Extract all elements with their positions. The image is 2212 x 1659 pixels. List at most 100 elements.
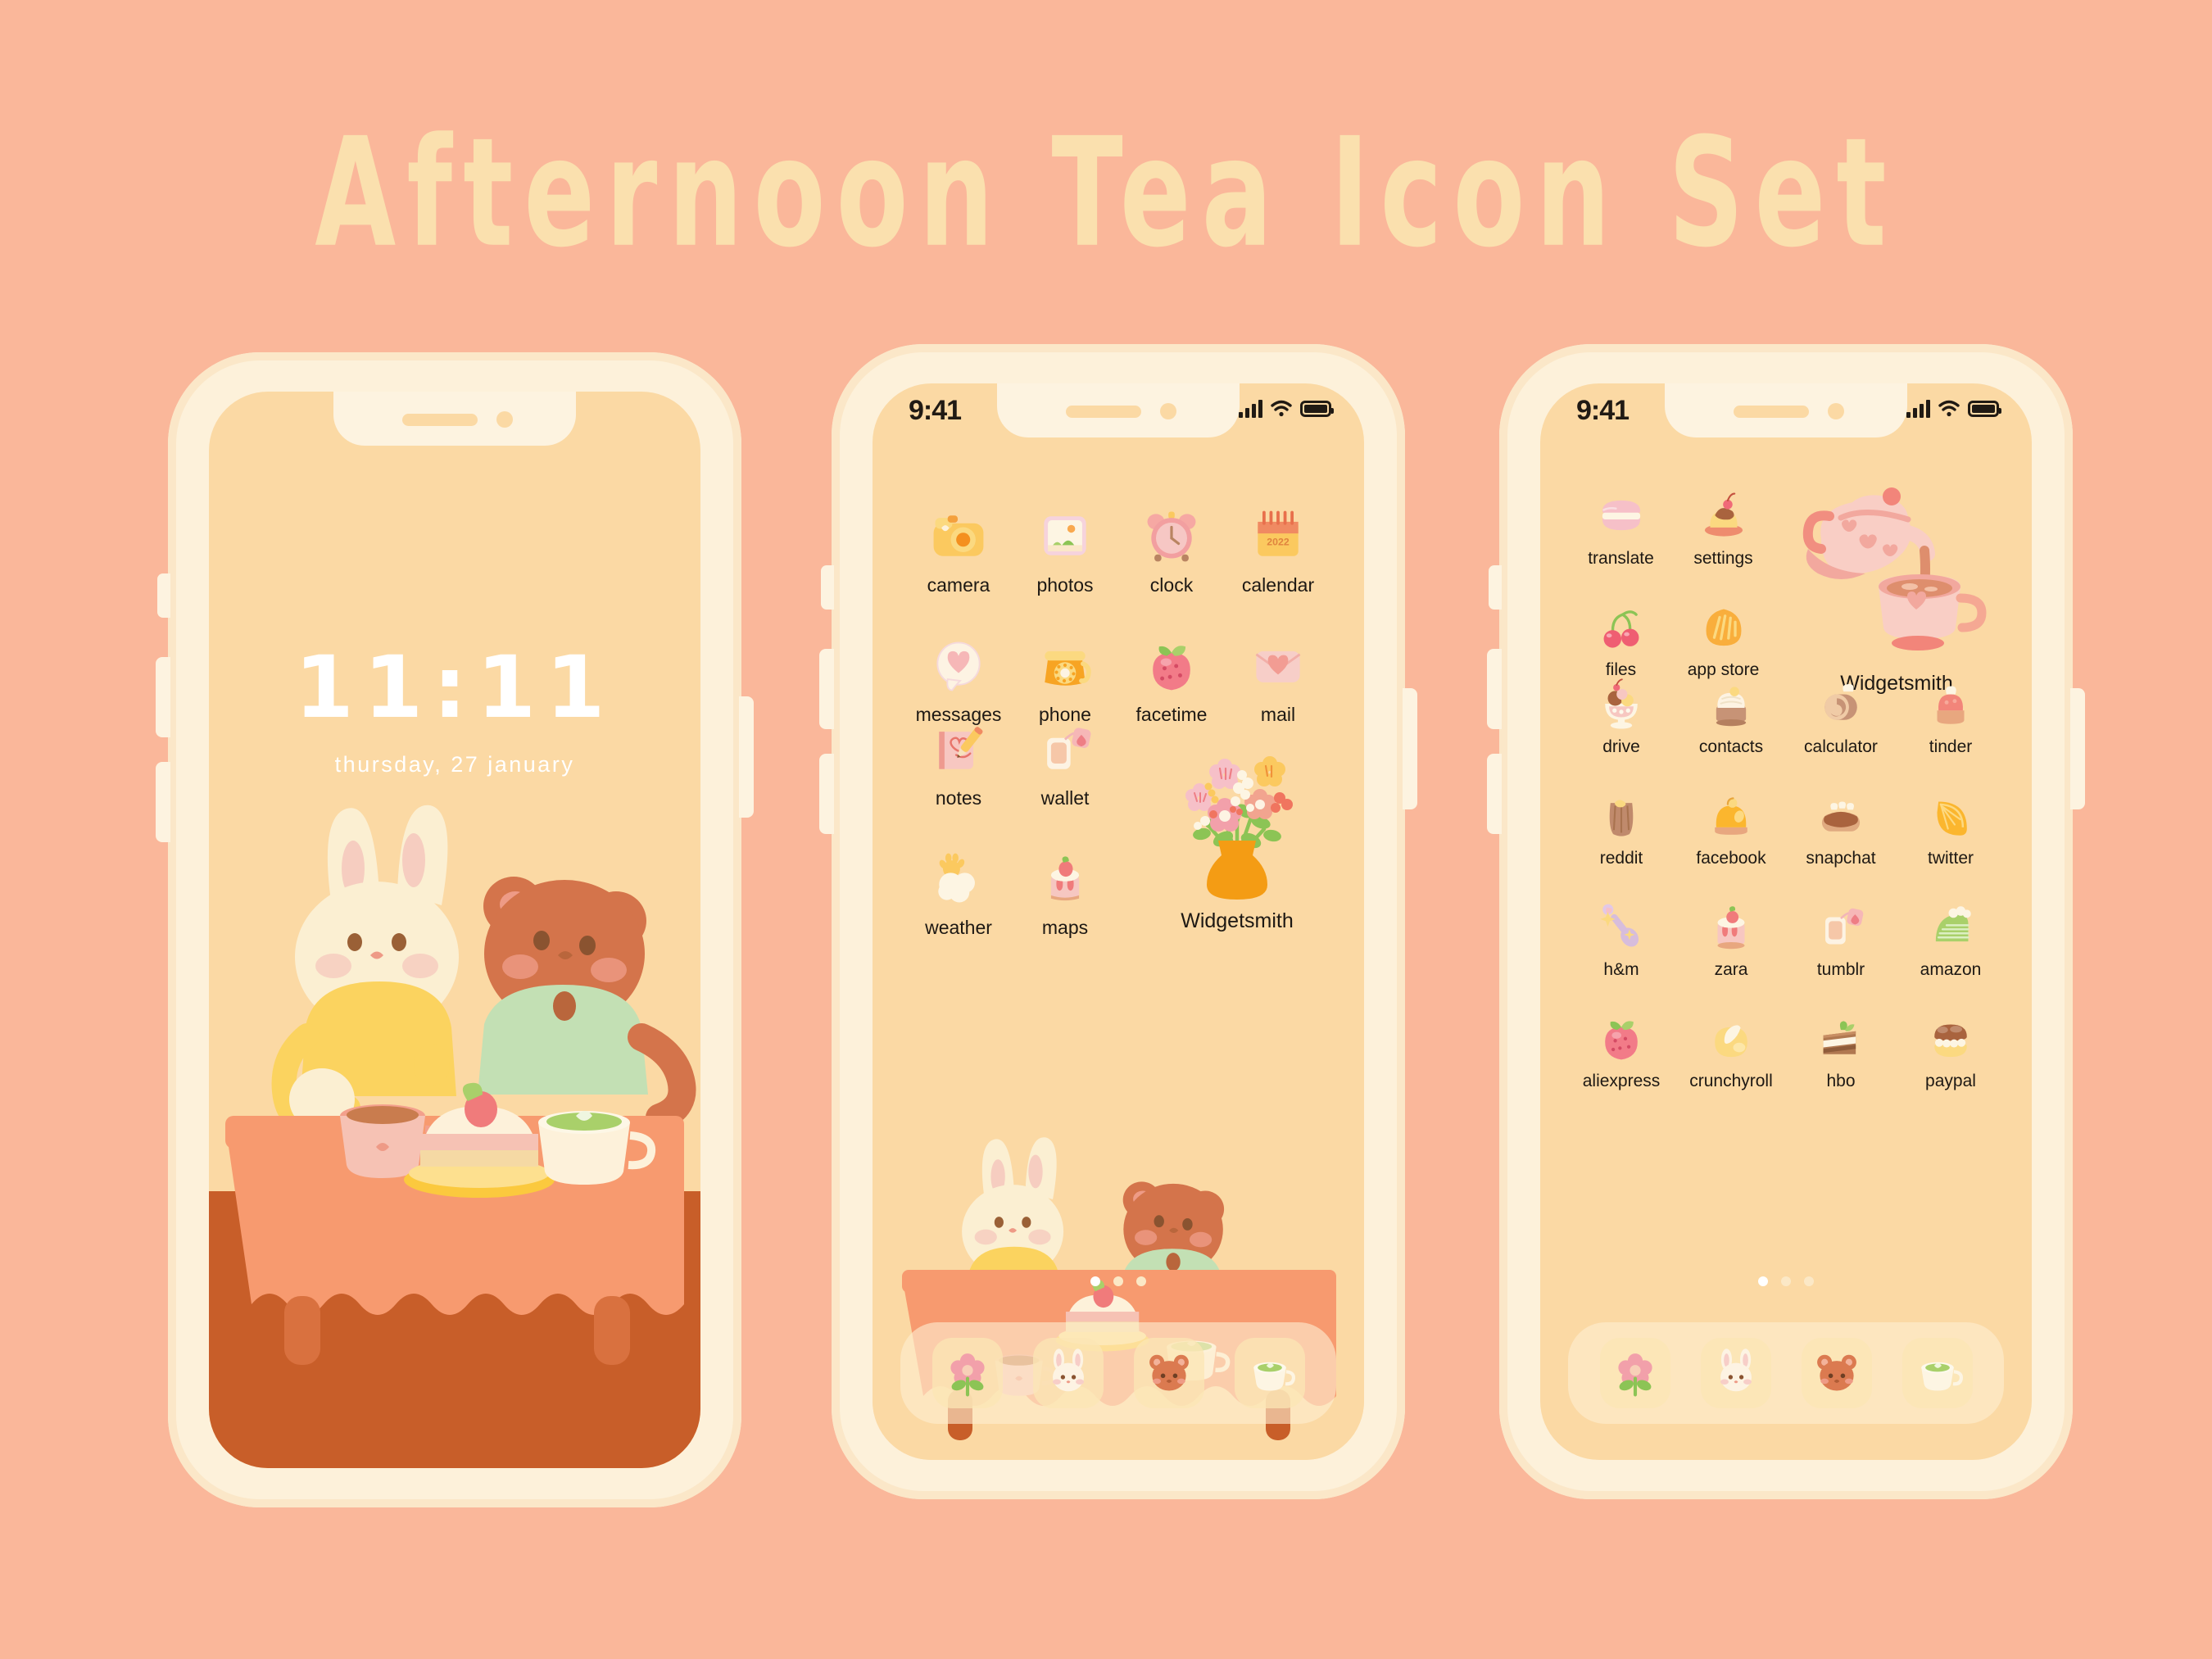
app-snapchat[interactable]: snapchat bbox=[1786, 788, 1896, 868]
app-label: calculator bbox=[1804, 737, 1878, 756]
dock-item-matcha[interactable] bbox=[1234, 1338, 1305, 1408]
app-hm[interactable]: h&m bbox=[1566, 900, 1676, 980]
power-button[interactable] bbox=[739, 696, 754, 818]
cream-cake-icon bbox=[1716, 687, 1747, 727]
app-settings[interactable]: settings bbox=[1672, 488, 1775, 569]
volume-down-button[interactable] bbox=[156, 762, 170, 842]
volume-up-button[interactable] bbox=[1487, 649, 1502, 729]
app-contacts[interactable]: contacts bbox=[1676, 677, 1786, 757]
home-screen-display-1: 9:41 camera photos clock 2022 calendar m… bbox=[873, 383, 1364, 1460]
widget-widgetsmith[interactable]: Widgetsmith bbox=[1786, 485, 2007, 696]
volume-up-button[interactable] bbox=[819, 649, 834, 729]
tea-bag-icon bbox=[1825, 908, 1864, 945]
app-maps[interactable]: maps bbox=[1012, 847, 1118, 939]
app-phone[interactable]: phone bbox=[1012, 634, 1118, 726]
envelope-heart-icon bbox=[1255, 650, 1301, 682]
app-reddit[interactable]: reddit bbox=[1566, 788, 1676, 868]
app-clock[interactable]: clock bbox=[1118, 505, 1225, 596]
app-facebook[interactable]: facebook bbox=[1676, 788, 1786, 868]
power-button[interactable] bbox=[1403, 688, 1417, 809]
power-button[interactable] bbox=[2070, 688, 2085, 809]
page-dot-1[interactable] bbox=[1090, 1276, 1100, 1286]
app-files[interactable]: files bbox=[1570, 600, 1672, 680]
app-mail[interactable]: mail bbox=[1225, 634, 1331, 726]
page-dot-3[interactable] bbox=[1804, 1276, 1814, 1286]
dock-item-matcha[interactable] bbox=[1902, 1338, 1973, 1408]
app-crunchyroll[interactable]: crunchyroll bbox=[1676, 1011, 1786, 1091]
app-drive[interactable]: drive bbox=[1566, 677, 1676, 757]
dock-item-bear[interactable] bbox=[1133, 1338, 1204, 1408]
wifi-icon bbox=[1938, 400, 1960, 417]
volume-down-button[interactable] bbox=[1487, 754, 1502, 834]
calendar-icon: 2022 bbox=[1258, 510, 1299, 556]
widget-widgetsmith[interactable]: Widgetsmith bbox=[1143, 736, 1331, 933]
lock-screen-display: 11:11 thursday, 27 january bbox=[209, 392, 700, 1468]
notch bbox=[333, 392, 576, 446]
dock-item-flower[interactable] bbox=[1599, 1338, 1670, 1408]
app-label: snapchat bbox=[1806, 849, 1876, 868]
bunny-face-icon bbox=[1052, 1349, 1084, 1392]
tea-bag-icon bbox=[1047, 728, 1091, 769]
status-time: 9:41 bbox=[909, 395, 962, 426]
page-dot-1[interactable] bbox=[1758, 1276, 1768, 1286]
flower-icon bbox=[950, 1353, 985, 1397]
volume-up-button[interactable] bbox=[156, 657, 170, 737]
home-screen-display-2: 9:41 translate settings files app store … bbox=[1540, 383, 2032, 1460]
front-camera-dot bbox=[1160, 403, 1176, 419]
rotary-phone-icon bbox=[1045, 650, 1091, 686]
app-paypal[interactable]: paypal bbox=[1896, 1011, 2006, 1091]
app-label: facetime bbox=[1135, 704, 1208, 725]
bear-face-icon bbox=[1816, 1354, 1856, 1391]
signal-icon bbox=[1906, 400, 1930, 418]
page-dot-2[interactable] bbox=[1113, 1276, 1123, 1286]
app-wallet[interactable]: wallet bbox=[1012, 718, 1118, 809]
app-weather[interactable]: weather bbox=[905, 847, 1012, 939]
notebook-pencil-icon bbox=[939, 727, 983, 769]
app-label: contacts bbox=[1698, 737, 1764, 756]
app-grid-bottom-left: notes wallet weather maps bbox=[905, 718, 1118, 939]
mousse-cake-icon bbox=[1937, 686, 1965, 724]
alarm-clock-icon bbox=[1147, 511, 1196, 562]
app-aliexpress[interactable]: aliexpress bbox=[1566, 1011, 1676, 1091]
app-label: twitter bbox=[1927, 849, 1974, 868]
app-notes[interactable]: notes bbox=[905, 718, 1012, 809]
app-label: drive bbox=[1602, 737, 1640, 756]
volume-down-button[interactable] bbox=[819, 754, 834, 834]
app-app-store[interactable]: app store bbox=[1672, 600, 1775, 680]
app-label: hbo bbox=[1826, 1072, 1856, 1090]
dock-item-bunny[interactable] bbox=[1700, 1338, 1771, 1408]
silent-switch[interactable] bbox=[1489, 565, 1502, 610]
app-calendar[interactable]: 2022 calendar bbox=[1225, 505, 1331, 596]
page-indicator bbox=[1540, 1276, 2032, 1286]
app-grid-top: camera photos clock 2022 calendar messag… bbox=[905, 505, 1331, 726]
app-calculator[interactable]: calculator bbox=[1786, 677, 1896, 757]
app-twitter[interactable]: twitter bbox=[1896, 788, 2006, 868]
app-camera[interactable]: camera bbox=[905, 505, 1012, 596]
flower-icon bbox=[1617, 1353, 1652, 1397]
silent-switch[interactable] bbox=[157, 573, 170, 618]
orange-dome-cake-icon bbox=[1715, 797, 1747, 835]
app-amazon[interactable]: amazon bbox=[1896, 900, 2006, 980]
app-facetime[interactable]: facetime bbox=[1118, 634, 1225, 726]
app-photos[interactable]: photos bbox=[1012, 505, 1118, 596]
app-zara[interactable]: zara bbox=[1676, 900, 1786, 980]
dock-item-bear[interactable] bbox=[1801, 1338, 1872, 1408]
app-translate[interactable]: translate bbox=[1570, 488, 1672, 569]
pudding-cherry-icon bbox=[1704, 492, 1743, 537]
app-label: crunchyroll bbox=[1689, 1072, 1773, 1090]
app-label: h&m bbox=[1603, 960, 1639, 979]
app-tumblr[interactable]: tumblr bbox=[1786, 900, 1896, 980]
dock-item-flower[interactable] bbox=[931, 1338, 1003, 1408]
silent-switch[interactable] bbox=[821, 565, 834, 610]
flan-pudding-icon bbox=[1609, 800, 1634, 836]
app-hbo[interactable]: hbo bbox=[1786, 1011, 1896, 1091]
dock-item-bunny[interactable] bbox=[1032, 1338, 1104, 1408]
page-dot-2[interactable] bbox=[1781, 1276, 1791, 1286]
front-camera-dot bbox=[1828, 403, 1844, 419]
page-dot-3[interactable] bbox=[1136, 1276, 1146, 1286]
app-label: translate bbox=[1588, 549, 1654, 568]
app-messages[interactable]: messages bbox=[905, 634, 1012, 726]
app-label: calendar bbox=[1241, 574, 1315, 596]
front-camera-dot bbox=[496, 411, 513, 428]
app-tinder[interactable]: tinder bbox=[1896, 677, 2006, 757]
